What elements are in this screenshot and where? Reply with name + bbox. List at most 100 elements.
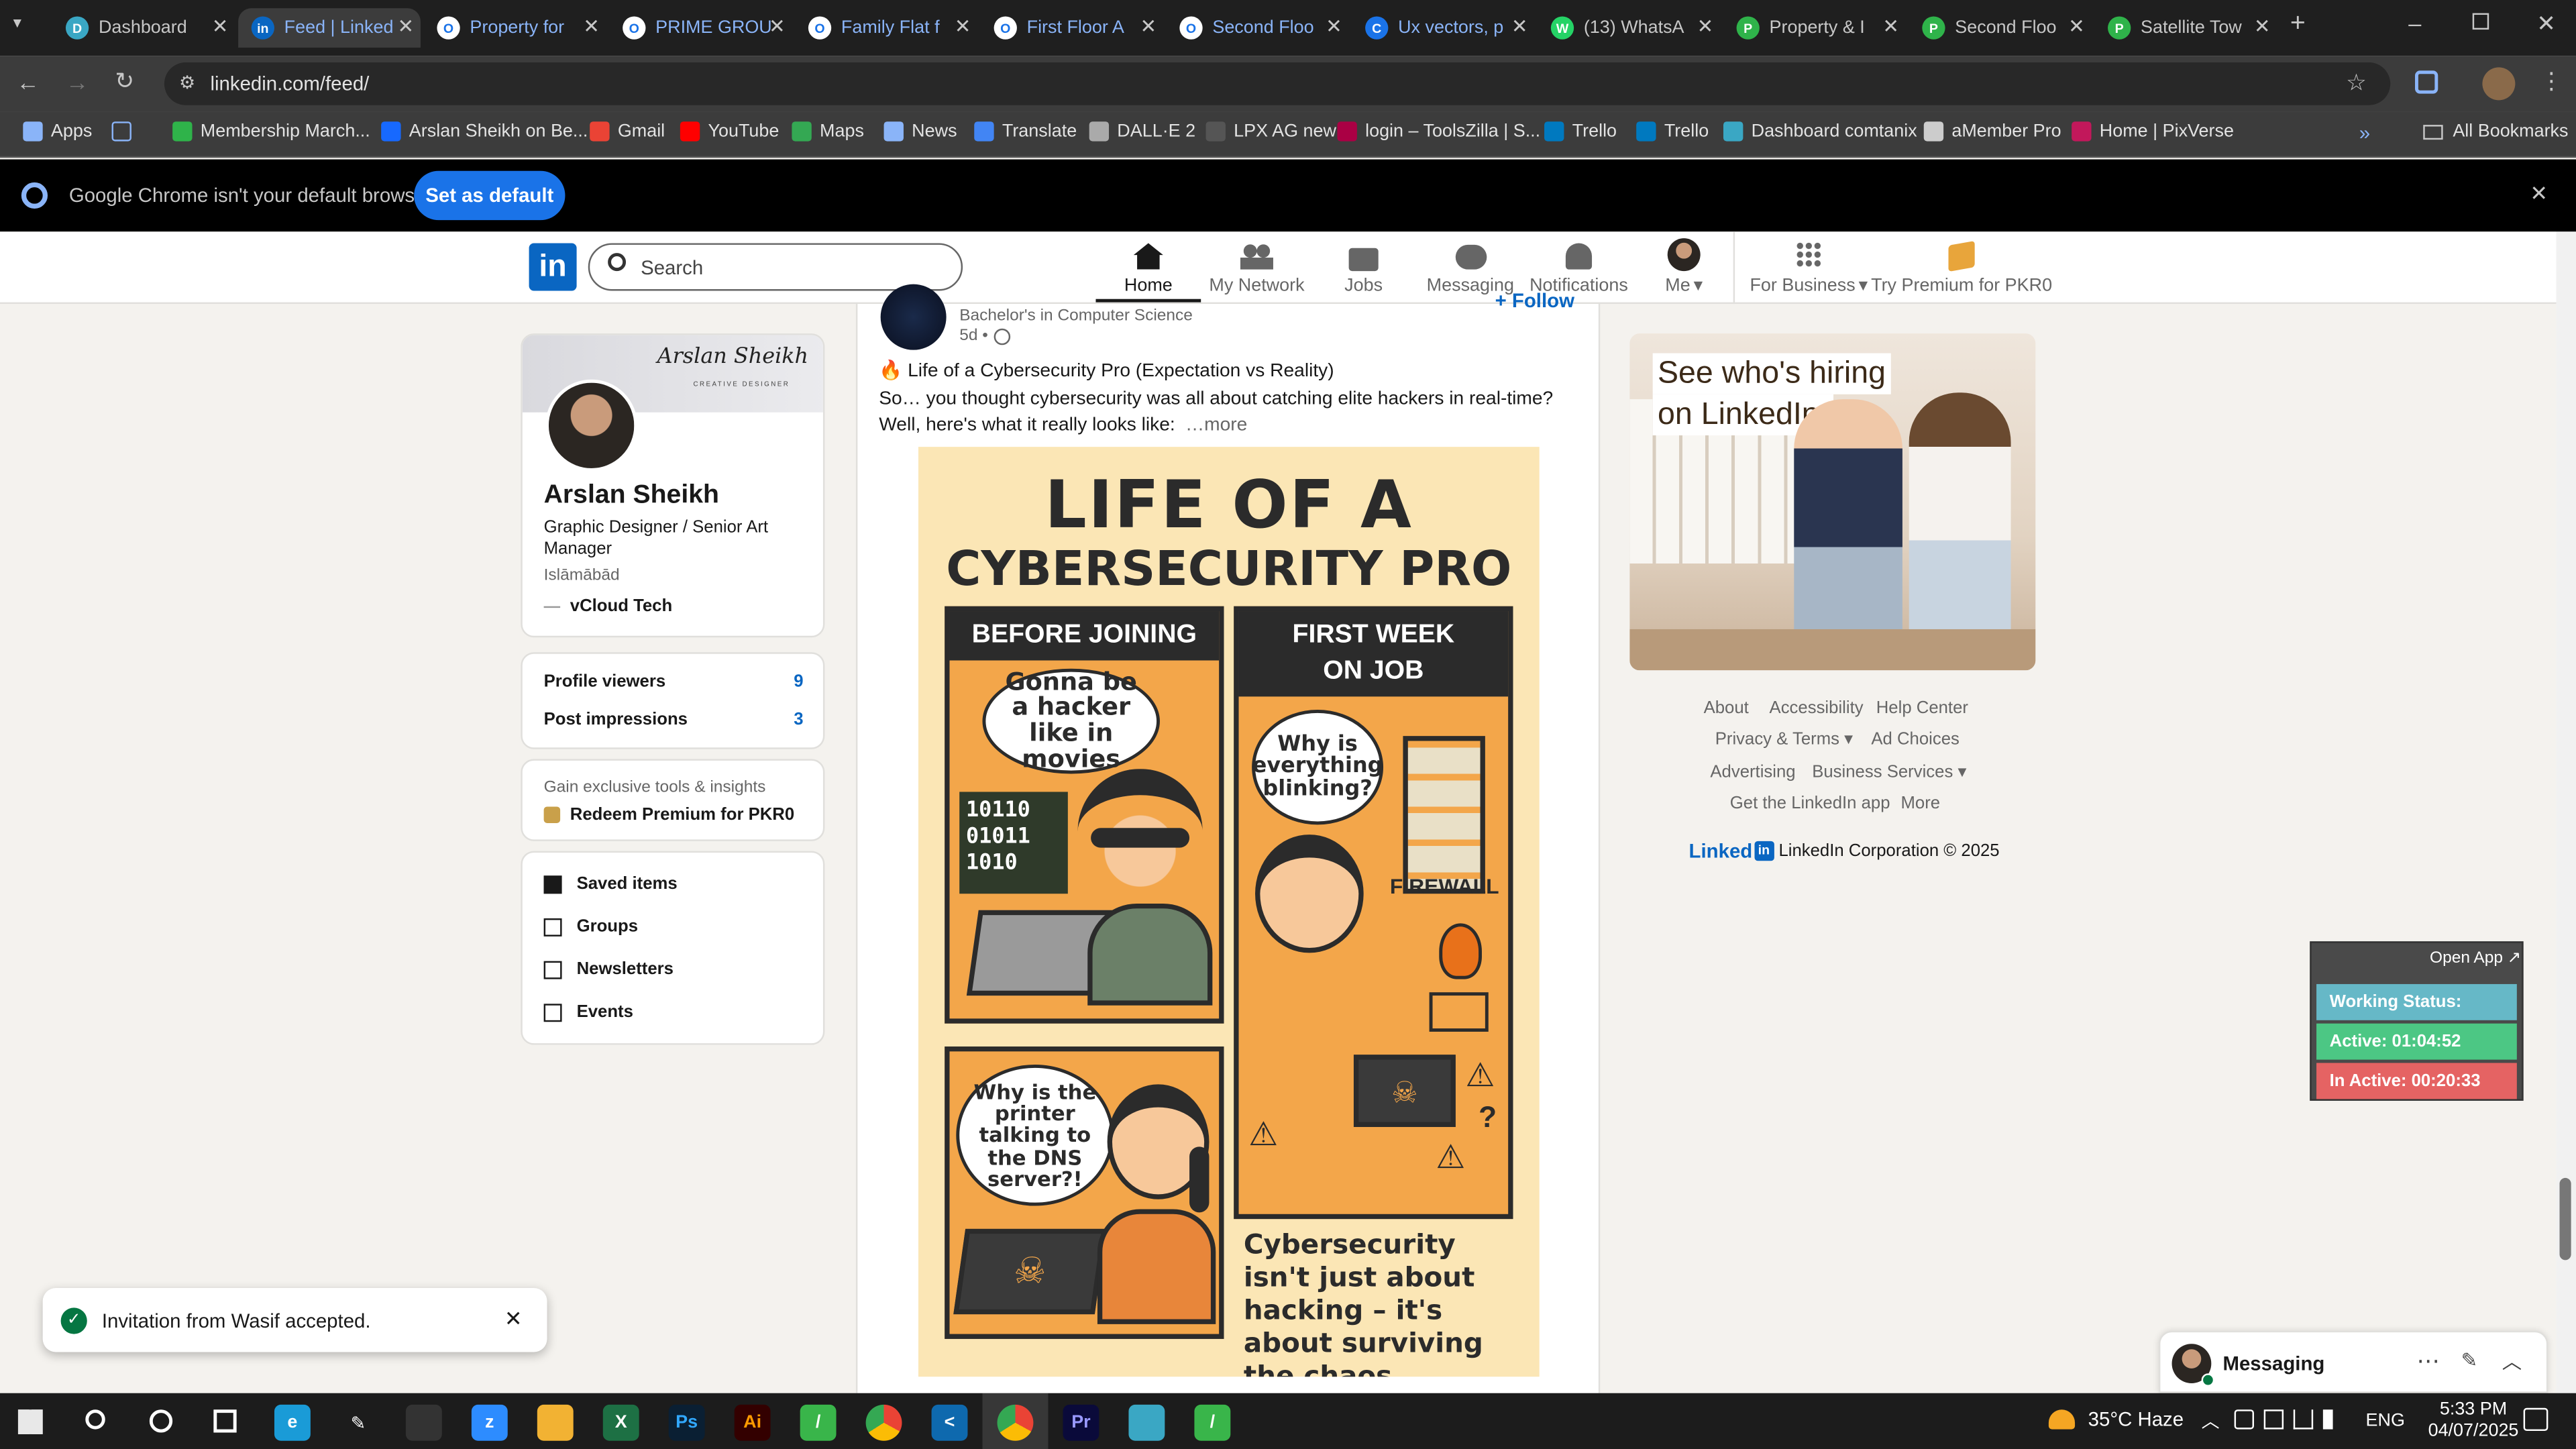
browser-tab[interactable]: O PRIME GROU ✕ xyxy=(610,8,792,48)
bookmark-item[interactable]: Dashboard comtanix xyxy=(1723,121,1917,142)
bookmark-star-icon[interactable]: ☆ xyxy=(2346,69,2367,97)
url-text[interactable]: linkedin.com/feed/ xyxy=(210,72,369,95)
profile-photo[interactable] xyxy=(545,379,638,472)
browser-tab[interactable]: C Ux vectors, p ✕ xyxy=(1352,8,1535,48)
shortcut-newsletters[interactable]: Newsletters xyxy=(543,959,674,979)
clock[interactable]: 5:33 PM 04/07/2025 xyxy=(2428,1400,2519,1443)
tray-icons[interactable] xyxy=(2234,1409,2349,1432)
chrome-icon[interactable] xyxy=(865,1404,902,1441)
browser-tab[interactable]: O Property for ✕ xyxy=(424,8,606,48)
profile-avatar-icon[interactable] xyxy=(2482,67,2516,101)
infobar-close-icon[interactable]: ✕ xyxy=(2530,180,2548,207)
tab-close-icon[interactable]: ✕ xyxy=(212,15,229,38)
post-impressions-row[interactable]: Post impressions 3 xyxy=(544,710,804,729)
task-view-icon[interactable] xyxy=(213,1409,237,1433)
tab-close-icon[interactable]: ✕ xyxy=(1326,15,1342,38)
illustrator-icon[interactable]: Ai xyxy=(734,1404,771,1441)
address-bar[interactable]: ⚙ linkedin.com/feed/ ☆ xyxy=(164,62,2391,105)
terminal-icon[interactable] xyxy=(405,1404,442,1441)
bookmark-item[interactable]: Membership March... xyxy=(172,121,370,142)
extensions-icon[interactable] xyxy=(2415,70,2438,94)
bookmark-item[interactable]: YouTube xyxy=(680,121,779,142)
profile-viewers-row[interactable]: Profile viewers 9 xyxy=(544,672,804,692)
language-indicator[interactable]: ENG xyxy=(2366,1411,2405,1431)
notification-center-icon[interactable] xyxy=(2523,1407,2548,1432)
bookmark-item[interactable]: Home | PixVerse xyxy=(2072,121,2234,142)
redeem-premium-link[interactable]: Redeem Premium for PKR0 xyxy=(543,805,794,824)
new-tab-button[interactable]: + xyxy=(2290,10,2306,40)
tray-chevron-icon[interactable]: ︿ xyxy=(2202,1408,2220,1434)
tab-close-icon[interactable]: ✕ xyxy=(955,15,971,38)
restore-button[interactable] xyxy=(2472,13,2489,30)
weather-widget[interactable]: 35°C Haze xyxy=(2048,1408,2184,1431)
scrollbar-thumb[interactable] xyxy=(2559,1177,2571,1260)
browser-tab[interactable]: P Satellite Tow ✕ xyxy=(2094,8,2277,48)
back-arrow-icon[interactable]: ← xyxy=(16,69,39,95)
browser-tab[interactable]: D Dashboard ✕ xyxy=(52,8,235,48)
bookmark-item[interactable]: Gmail xyxy=(590,121,665,142)
nav-item-me[interactable]: Me ▾ xyxy=(1648,231,1720,304)
browser-tab[interactable]: O First Floor A ✕ xyxy=(981,8,1163,48)
tab-close-icon[interactable]: ✕ xyxy=(769,15,786,38)
nav-item-jobs[interactable]: Jobs xyxy=(1324,231,1403,304)
tab-close-icon[interactable]: ✕ xyxy=(398,15,415,38)
nav-item-home[interactable]: Home xyxy=(1095,231,1201,304)
footer-link-get-app[interactable]: Get the LinkedIn app xyxy=(1730,794,1890,813)
footer-link-help-center[interactable]: Help Center xyxy=(1876,698,1968,718)
forward-arrow-icon[interactable]: → xyxy=(66,69,89,95)
footer-link-advertising[interactable]: Advertising xyxy=(1710,762,1795,782)
footer-link-accessibility[interactable]: Accessibility xyxy=(1770,698,1864,718)
tab-close-icon[interactable]: ✕ xyxy=(1140,15,1157,38)
chevron-up-icon[interactable]: ︿ xyxy=(2502,1347,2522,1375)
tab-close-icon[interactable]: ✕ xyxy=(1697,15,1714,38)
bookmark-item[interactable]: login – ToolsZilla | S... xyxy=(1337,121,1540,142)
shortcut-saved-items[interactable]: Saved items xyxy=(543,874,678,894)
bookmark-item[interactable]: Trello xyxy=(1636,121,1709,142)
app-icon[interactable] xyxy=(1128,1404,1165,1441)
nav-item-my-network[interactable]: My Network xyxy=(1204,231,1309,304)
compose-icon[interactable]: ✎ xyxy=(2461,1349,2478,1372)
tab-close-icon[interactable]: ✕ xyxy=(1511,15,1528,38)
browser-tab[interactable]: in Feed | Linked ✕ xyxy=(238,8,421,48)
browser-tab[interactable]: O Second Floo ✕ xyxy=(1167,8,1349,48)
author-avatar[interactable] xyxy=(880,284,947,350)
bookmark-item[interactable]: Maps xyxy=(792,121,864,142)
browser-tab[interactable]: P Property & I ✕ xyxy=(1723,8,1906,48)
more-options-icon[interactable]: ⋯ xyxy=(2416,1347,2439,1375)
nav-item-for-business[interactable]: For Business ▾ xyxy=(1746,231,1871,304)
green-app-icon[interactable]: / xyxy=(800,1404,837,1441)
footer-link-more[interactable]: More xyxy=(1900,794,1940,813)
green-app-icon[interactable]: / xyxy=(1194,1404,1231,1441)
footer-link-privacy[interactable]: Privacy & Terms ▾ xyxy=(1715,729,1853,749)
profile-name[interactable]: Arslan Sheikh xyxy=(544,482,719,511)
footer-link-about[interactable]: About xyxy=(1704,698,1749,718)
browser-tab[interactable]: W (13) WhatsA ✕ xyxy=(1538,8,1720,48)
company-row[interactable]: vCloud Tech xyxy=(543,596,672,616)
browser-tab[interactable]: P Second Floo ✕ xyxy=(1909,8,2092,48)
bookmark-item[interactable]: LPX AG new xyxy=(1205,121,1336,142)
messaging-overlay[interactable]: Messaging ⋯ ✎ ︿ xyxy=(2158,1330,2548,1393)
cortana-icon[interactable] xyxy=(149,1409,173,1433)
footer-link-ad-choices[interactable]: Ad Choices xyxy=(1871,729,1960,749)
chrome-active-icon[interactable] xyxy=(997,1404,1034,1441)
toast-close-icon[interactable]: ✕ xyxy=(504,1306,523,1332)
excel-icon[interactable]: X xyxy=(602,1404,639,1441)
reload-icon[interactable]: ↻ xyxy=(115,67,134,95)
bookmark-item[interactable]: Translate xyxy=(974,121,1077,142)
close-window-button[interactable]: ✕ xyxy=(2536,10,2556,38)
shortcut-groups[interactable]: Groups xyxy=(543,917,638,936)
bookmark-item[interactable]: Trello xyxy=(1544,121,1617,142)
file-explorer-icon[interactable] xyxy=(537,1404,574,1441)
premiere-icon[interactable]: Pr xyxy=(1063,1404,1099,1441)
bookmark-item[interactable]: News xyxy=(883,121,957,142)
nav-item-try-premium-for-pkr0[interactable]: Try Premium for PKR0 xyxy=(1871,231,2052,304)
bookmark-item[interactable]: Arslan Sheikh on Be... xyxy=(381,121,588,142)
shortcut-events[interactable]: Events xyxy=(543,1002,633,1022)
tab-close-icon[interactable]: ✕ xyxy=(1882,15,1899,38)
follow-button[interactable]: + Follow xyxy=(1495,289,1574,312)
footer-link-business-services[interactable]: Business Services ▾ xyxy=(1812,762,1966,782)
tab-close-icon[interactable]: ✕ xyxy=(2254,15,2271,38)
open-app-button[interactable]: Open App ↗ xyxy=(2430,950,2521,968)
bookmark-item[interactable]: Apps xyxy=(23,121,92,142)
tab-search-icon[interactable]: ▾ xyxy=(13,15,21,33)
